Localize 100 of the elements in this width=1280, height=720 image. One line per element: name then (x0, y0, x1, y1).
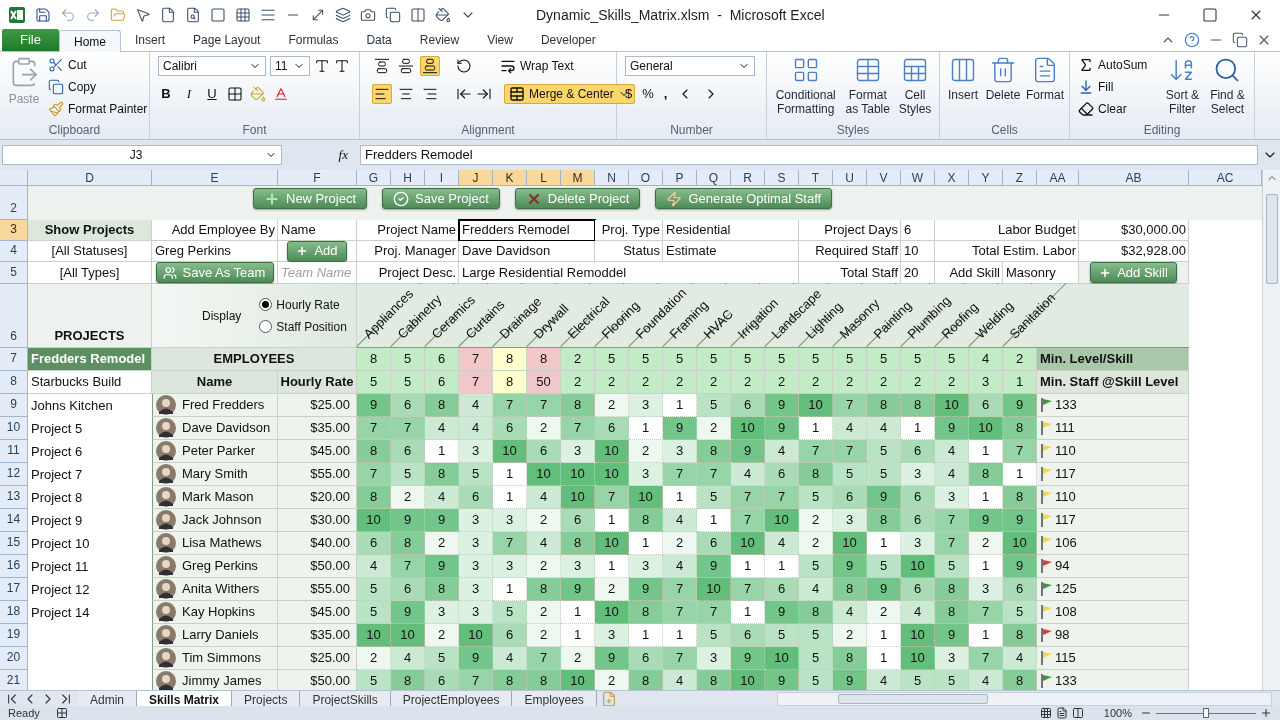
sheet-tab[interactable]: ProjectEmployees (390, 690, 513, 707)
column-header[interactable]: D (28, 170, 152, 186)
column-header[interactable]: H (391, 170, 425, 186)
horizontal-scrollbar[interactable] (776, 691, 1272, 706)
lines-icon[interactable] (260, 7, 276, 23)
column-header[interactable]: P (663, 170, 697, 186)
field-value[interactable]: Greg Perkins (152, 241, 278, 262)
row-header[interactable]: 13 (0, 486, 28, 509)
style-button[interactable]: Cell Styles (895, 56, 935, 123)
sheet-tab[interactable]: Projects (232, 690, 301, 707)
column-header[interactable]: AB (1079, 170, 1189, 186)
column-header[interactable]: M (561, 170, 595, 186)
cells-button[interactable]: Format (1024, 56, 1066, 123)
decrease-indent-icon[interactable] (456, 86, 472, 102)
maximize-icon[interactable] (1202, 7, 1218, 23)
comma-button[interactable]: , (663, 84, 668, 104)
field-value[interactable]: Estimate (663, 241, 799, 262)
field-value[interactable]: Residential (663, 220, 799, 241)
name-box[interactable]: J3 (2, 145, 282, 165)
sheet-tab[interactable]: Skills Matrix (137, 690, 233, 707)
column-header[interactable]: Q (697, 170, 731, 186)
app-logo-icon[interactable] (8, 6, 26, 24)
column-header[interactable]: G (357, 170, 391, 186)
vertical-align-button[interactable] (396, 56, 416, 76)
column-header[interactable]: W (901, 170, 935, 186)
italic-button[interactable]: I (181, 84, 197, 104)
field-value[interactable]: 10 (901, 241, 935, 262)
clear-button[interactable]: Clear (1078, 100, 1160, 118)
column-header[interactable]: R (731, 170, 765, 186)
column-header[interactable]: V (867, 170, 901, 186)
row-header[interactable]: 16 (0, 555, 28, 578)
project-item[interactable]: Fredders Remodel (28, 348, 152, 371)
column-header[interactable]: X (935, 170, 969, 186)
sheet-tab[interactable]: Admin (78, 690, 137, 707)
shapes-icon[interactable] (335, 7, 351, 23)
radio-button[interactable] (259, 320, 273, 333)
row-header[interactable]: 14 (0, 509, 28, 532)
sheet-tab[interactable]: ProjectSkills (300, 690, 391, 707)
group-icon[interactable] (410, 7, 426, 23)
font-name-field[interactable]: Calibri (158, 56, 266, 76)
underline-button[interactable]: U (204, 84, 220, 104)
field-value[interactable]: Fredders Remodel (459, 220, 595, 241)
column-header[interactable]: AA (1037, 170, 1079, 186)
row-header[interactable]: 18 (0, 601, 28, 624)
fill-icon[interactable] (435, 7, 451, 23)
type-filter[interactable]: [All Types] (28, 262, 152, 284)
file-tab[interactable]: File (2, 29, 59, 51)
copy-icon[interactable] (385, 7, 401, 23)
page-break-icon[interactable] (1071, 707, 1084, 719)
fill-color-icon[interactable] (250, 85, 266, 102)
cells-button[interactable]: Insert (944, 56, 982, 123)
percent-button[interactable]: % (642, 84, 654, 104)
field-value[interactable]: 6 (901, 220, 935, 241)
move-icon[interactable] (310, 7, 326, 23)
column-header[interactable]: S (765, 170, 799, 186)
row-header[interactable]: 2 (0, 186, 28, 220)
column-header[interactable]: U (833, 170, 867, 186)
column-header[interactable]: K (493, 170, 527, 186)
row-header[interactable]: 7 (0, 348, 28, 371)
field-value[interactable]: Large Residential Remoddel (459, 262, 799, 284)
radio-option[interactable]: Staff Position (259, 317, 347, 336)
column-header[interactable]: N (595, 170, 629, 186)
pointer-icon[interactable] (135, 7, 151, 23)
field-value[interactable]: Masonry (1003, 262, 1079, 284)
row-header[interactable]: 9 (0, 394, 28, 417)
font-size-field[interactable]: 11 (270, 56, 310, 76)
row-header[interactable]: 5 (0, 262, 28, 284)
scroll-thumb[interactable] (837, 693, 988, 704)
formula-field[interactable]: Fredders Remodel (360, 145, 1258, 165)
ribbon-tab[interactable]: Developer (526, 29, 610, 51)
macro-icon[interactable] (55, 707, 68, 719)
column-header[interactable]: Y (969, 170, 1003, 186)
font-color-icon[interactable] (273, 85, 289, 102)
vertical-scrollbar[interactable] (1262, 170, 1280, 690)
row-header[interactable]: 15 (0, 532, 28, 555)
orientation-icon[interactable] (456, 58, 472, 74)
cells-button[interactable]: Delete (982, 56, 1024, 123)
ribbon-tab[interactable]: View (473, 29, 527, 51)
page-layout-icon[interactable] (1055, 707, 1068, 719)
column-header[interactable]: F (278, 170, 357, 186)
ribbon-tab[interactable]: Insert (121, 29, 180, 51)
normal-view-icon[interactable] (1039, 707, 1052, 719)
team-name-field[interactable]: Team Name (278, 262, 357, 284)
ribbon-tab[interactable]: Page Layout (179, 29, 275, 51)
document-icon[interactable] (160, 7, 176, 23)
camera-icon[interactable] (360, 7, 376, 23)
format-painter-button[interactable]: Format Painter (48, 100, 148, 118)
wrap-text-button[interactable]: Wrap Text (500, 57, 574, 75)
sort-filter-button[interactable]: Sort & Filter (1159, 56, 1205, 123)
print-preview-icon[interactable] (185, 7, 201, 23)
column-header[interactable]: E (152, 170, 278, 186)
scroll-thumb[interactable] (1265, 194, 1278, 284)
restore-icon[interactable] (1232, 32, 1248, 48)
shrink-font-icon[interactable] (334, 58, 350, 74)
sheet-tab[interactable]: Employees (512, 690, 597, 707)
field-value[interactable]: 20 (901, 262, 935, 284)
ribbon-tab[interactable]: Review (405, 29, 474, 51)
fill-button[interactable]: Fill (1078, 78, 1160, 96)
row-header[interactable]: 19 (0, 624, 28, 647)
save-icon[interactable] (35, 7, 51, 23)
